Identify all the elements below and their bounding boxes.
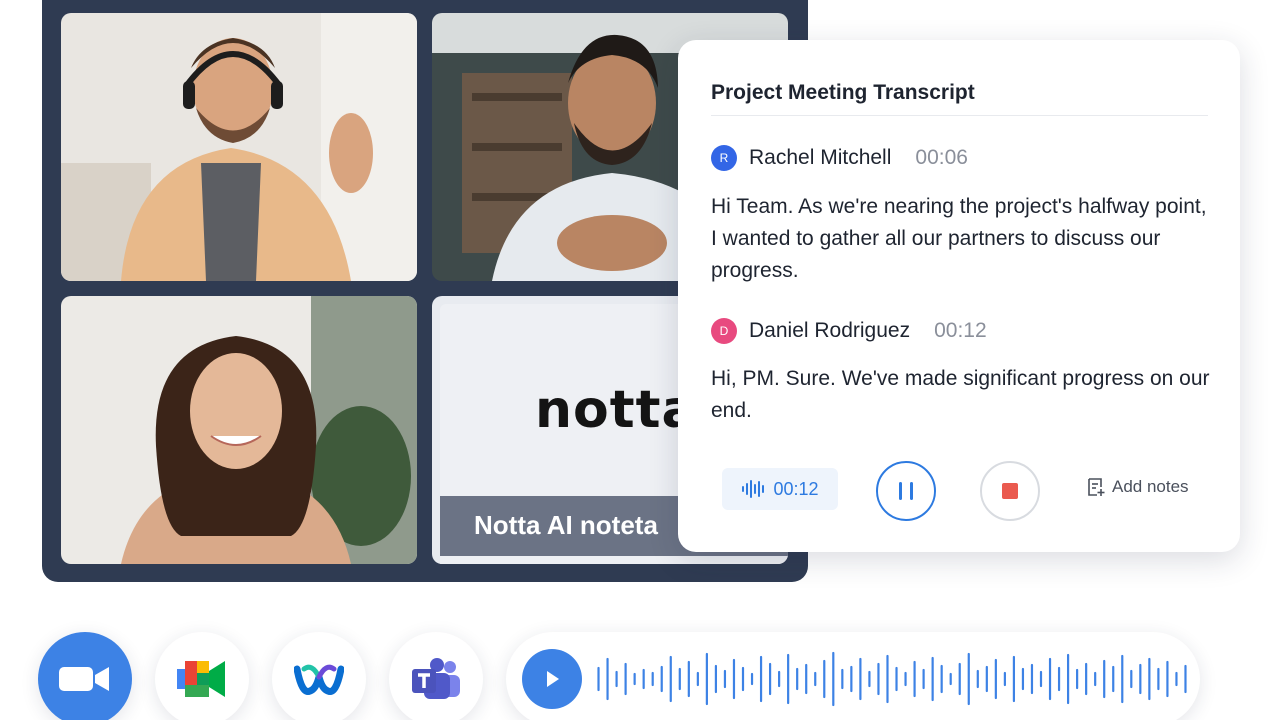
speaker-timestamp[interactable]: 00:06: [915, 146, 968, 170]
participant-3-video: [61, 296, 417, 564]
add-note-icon: [1088, 478, 1105, 496]
avatar: D: [711, 318, 737, 344]
transcript-card: Project Meeting Transcript R Rachel Mitc…: [678, 40, 1240, 552]
transcript-message: Hi Team. As we're nearing the project's …: [711, 195, 1207, 282]
recording-timer: 00:12: [722, 468, 838, 510]
notta-banner-label: Notta AI noteta: [474, 510, 658, 540]
participant-video-tile[interactable]: [61, 13, 417, 281]
speaker-name: Rachel Mitchell: [749, 146, 892, 169]
recording-controls: 00:12 Add notes: [722, 461, 1202, 521]
transcript-title: Project Meeting Transcript: [711, 81, 975, 104]
play-icon: [547, 671, 559, 687]
divider: [711, 115, 1208, 116]
notta-logo: notta: [535, 380, 698, 440]
stop-icon: [1002, 483, 1018, 499]
teams-logo: [412, 658, 460, 699]
add-notes-button[interactable]: Add notes: [1086, 477, 1189, 497]
pause-button[interactable]: [876, 461, 936, 521]
google-meet-icon[interactable]: [155, 632, 249, 720]
zoom-icon[interactable]: [38, 632, 132, 720]
webex-logo: [294, 664, 344, 695]
speaker-name: Daniel Rodriguez: [749, 319, 911, 342]
pause-icon: [899, 482, 913, 500]
webex-icon[interactable]: [272, 632, 366, 720]
google-meet-logo: [177, 661, 225, 697]
transcript-message: Hi, PM. Sure. We've made significant pro…: [711, 367, 1210, 422]
recording-timer-value: 00:12: [773, 478, 819, 499]
audio-waveform[interactable]: [594, 649, 1190, 709]
audio-player: [506, 632, 1200, 720]
stop-button[interactable]: [980, 461, 1040, 521]
transcript-speaker-row: R Rachel Mitchell 00:06: [711, 145, 968, 171]
avatar: R: [711, 145, 737, 171]
video-camera-icon: [59, 667, 109, 691]
play-button[interactable]: [522, 649, 582, 709]
waveform-icon: [742, 480, 765, 498]
microsoft-teams-icon[interactable]: [389, 632, 483, 720]
speaker-timestamp[interactable]: 00:12: [934, 319, 987, 343]
transcript-speaker-row: D Daniel Rodriguez 00:12: [711, 318, 987, 344]
participant-1-video: [61, 13, 417, 281]
participant-video-tile[interactable]: [61, 296, 417, 564]
add-notes-label: Add notes: [1112, 477, 1189, 496]
